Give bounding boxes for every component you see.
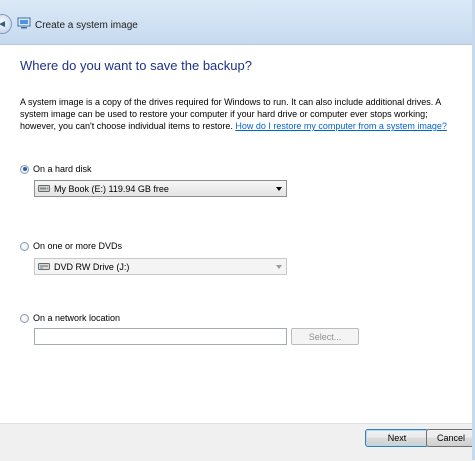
cancel-button[interactable]: Cancel [426,429,475,447]
network-radio[interactable] [20,313,29,323]
backup-icon [17,17,31,29]
hard-disk-radio[interactable] [20,164,29,174]
hard-drive-icon [38,185,50,192]
select-network-button[interactable]: Select... [291,328,359,345]
hard-disk-dropdown[interactable]: My Book (E:) 119.94 GB free [34,180,287,197]
network-location-input[interactable] [34,328,287,345]
dvd-drive-icon [38,263,50,270]
dvd-option[interactable]: On one or more DVDs [20,241,122,251]
dvd-dropdown[interactable]: DVD RW Drive (J:) [34,258,287,275]
hard-disk-label[interactable]: On a hard disk [33,164,92,174]
dvd-value: DVD RW Drive (J:) [54,261,130,272]
hard-disk-value: My Book (E:) 119.94 GB free [54,183,169,194]
help-link[interactable]: How do I restore my computer from a syst… [235,121,447,131]
page-title: Where do you want to save the backup? [20,58,252,73]
chevron-down-icon[interactable] [276,264,282,269]
hard-disk-option[interactable]: On a hard disk [20,164,92,174]
network-label[interactable]: On a network location [33,313,120,323]
dvd-radio[interactable] [20,241,29,251]
window-title: Create a system image [35,20,138,31]
description: A system image is a copy of the drives r… [20,96,450,132]
next-button[interactable]: Next [365,429,429,447]
dvd-label[interactable]: On one or more DVDs [33,241,122,251]
chevron-down-icon[interactable] [276,186,282,191]
network-option[interactable]: On a network location [20,313,120,323]
